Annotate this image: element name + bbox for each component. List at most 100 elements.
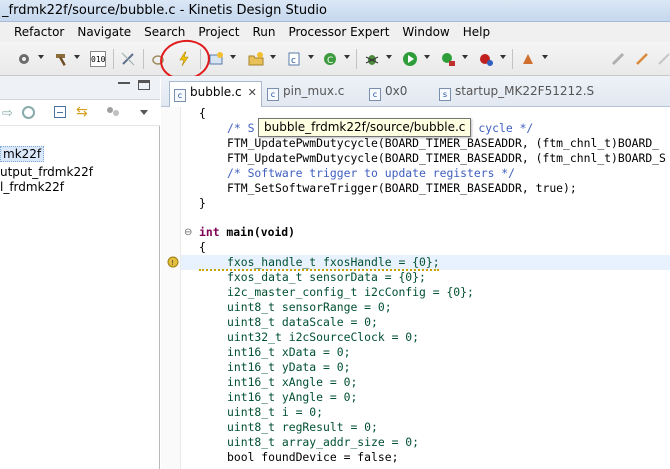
menu-help[interactable]: Help: [457, 25, 497, 39]
code-line: uint8_t regResult = 0;: [227, 420, 378, 434]
filter-icon[interactable]: [106, 106, 120, 118]
code-line: /* S: [227, 121, 255, 135]
close-icon[interactable]: ✕: [248, 86, 257, 99]
tree-item[interactable]: l_frdmk22f: [0, 180, 64, 194]
code-line: uint8_t array_addr_size = 0;: [227, 435, 420, 449]
view-menu-icon[interactable]: [140, 110, 148, 115]
record-dropdown[interactable]: [500, 55, 506, 61]
breakpoint-warning-icon[interactable]: !: [167, 255, 181, 269]
hammer-dropdown[interactable]: [74, 55, 80, 61]
new-project-dropdown[interactable]: [230, 55, 236, 61]
menu-navigate[interactable]: Navigate: [71, 25, 138, 39]
gear-icon[interactable]: [16, 51, 32, 67]
code-line: fxos_handle_t fxosHandle = {0};: [227, 255, 440, 269]
toolbar-separator: [143, 49, 144, 69]
svg-text:C: C: [327, 56, 333, 66]
menu-bar: Refactor Navigate Search Project Run Pro…: [0, 22, 670, 42]
c-file-icon: c: [369, 88, 381, 101]
new-folder-icon[interactable]: [248, 51, 264, 67]
debug-dropdown[interactable]: [386, 55, 392, 61]
code-line: uint32_t i2cSourceClock = 0;: [227, 330, 420, 344]
new-file-icon[interactable]: c: [286, 51, 302, 67]
sync-icon[interactable]: [22, 106, 35, 119]
run-icon[interactable]: [402, 51, 418, 67]
code-line: FTM_SetSoftwareTrigger(BOARD_TIMER_BASEA…: [227, 181, 577, 195]
tab-0x0[interactable]: c 0x0: [369, 82, 407, 104]
toolbar-separator: [113, 49, 114, 69]
c-file-icon: c: [267, 88, 279, 101]
menu-run[interactable]: Run: [246, 25, 282, 39]
new-class-icon[interactable]: C: [322, 51, 338, 67]
main-toolbar: 010 c C: [0, 42, 670, 76]
tab-bubble-c[interactable]: c bubble.c ✕: [169, 81, 262, 107]
code-line: int16_t yAngle = 0;: [227, 390, 358, 404]
tab-startup-s[interactable]: s startup_MK22F51212.S: [439, 82, 594, 104]
code-line: int16_t xData = 0;: [227, 345, 351, 359]
code-line: uint8_t i = 0;: [227, 405, 324, 419]
code-line: i2c_master_config_t i2cConfig = {0};: [227, 285, 474, 299]
pen-icon[interactable]: [610, 51, 626, 67]
code-line: FTM_UpdatePwmDutycycle(BOARD_TIMER_BASEA…: [227, 136, 660, 150]
hammer-icon[interactable]: [54, 51, 70, 67]
code-line: uint8_t dataScale = 0;: [227, 315, 378, 329]
code-line: int16_t xAngle = 0;: [227, 375, 358, 389]
gear-dropdown[interactable]: [38, 55, 44, 61]
collapse-all-icon[interactable]: [54, 106, 66, 118]
title-bar: _frdmk22f/source/bubble.c - Kinetis Desi…: [0, 0, 670, 22]
forward-arrow-icon[interactable]: ⇨: [2, 106, 13, 121]
tool-dropdown[interactable]: [542, 55, 548, 61]
run-dropdown[interactable]: [424, 55, 430, 61]
record-icon[interactable]: [478, 51, 494, 67]
code-line: uint8_t sensorRange = 0;: [227, 300, 392, 314]
external-tool-dropdown[interactable]: [462, 55, 468, 61]
c-file-icon: c: [174, 89, 186, 102]
new-folder-dropdown[interactable]: [270, 55, 276, 61]
keyword: int: [199, 225, 220, 239]
svg-text:!: !: [171, 259, 174, 267]
tree-item[interactable]: mk22f: [0, 146, 45, 162]
s-file-icon: s: [439, 88, 451, 101]
tool-icon[interactable]: [520, 51, 536, 67]
new-project-icon[interactable]: [208, 51, 224, 67]
toolbar-separator: [356, 49, 357, 69]
debug-icon[interactable]: [364, 51, 380, 67]
fold-collapse-icon[interactable]: ⊖: [184, 227, 192, 238]
annotation-icon[interactable]: [634, 51, 650, 67]
link-icon[interactable]: [120, 51, 136, 67]
maximize-icon[interactable]: [138, 80, 150, 90]
panel-toolbar: ⇨ ⇆: [0, 100, 160, 126]
code-editor[interactable]: { /* S uty cycle */ FTM_UpdatePwmDutycyc…: [161, 106, 670, 469]
new-class-dropdown[interactable]: [344, 55, 350, 61]
code-line: bool foundDevice = false;: [227, 450, 399, 464]
code-line: int16_t yData = 0;: [227, 360, 351, 374]
code-line: }: [199, 196, 206, 210]
link-editor-icon[interactable]: ⇆: [76, 104, 88, 120]
project-explorer-panel: ⇨ ⇆ mk22f utput_frdmk22f l_frdmk22f: [0, 76, 160, 469]
next-annotation-icon[interactable]: [656, 51, 670, 67]
tab-label: startup_MK22F51212.S: [455, 84, 595, 98]
code-line: FTM_UpdatePwmDutycycle(BOARD_TIMER_BASEA…: [227, 151, 666, 165]
tree-item[interactable]: utput_frdmk22f: [0, 165, 93, 179]
external-tool-icon[interactable]: [440, 51, 456, 67]
new-file-dropdown[interactable]: [308, 55, 314, 61]
binary-icon[interactable]: 010: [90, 51, 106, 67]
minimize-icon[interactable]: [118, 82, 130, 84]
tab-label: 0x0: [385, 84, 408, 98]
window-title: _frdmk22f/source/bubble.c - Kinetis Desi…: [2, 3, 327, 18]
svg-text:c: c: [291, 56, 296, 66]
tab-tooltip: bubble_frdmk22f/source/bubble.c: [258, 118, 472, 137]
menu-refactor[interactable]: Refactor: [0, 25, 71, 39]
menu-window[interactable]: Window: [396, 25, 456, 39]
tab-pin-mux-c[interactable]: c pin_mux.c: [267, 82, 344, 104]
menu-search[interactable]: Search: [138, 25, 192, 39]
editor-ruler: [161, 107, 181, 469]
editor-tab-bar: c bubble.c ✕ c pin_mux.c c 0x0 s startup_MK22…: [161, 76, 670, 107]
menu-processor-expert[interactable]: Processor Expert: [282, 25, 396, 39]
function-signature: main(void): [219, 225, 296, 239]
code-line: fxos_data_t sensorData = {0};: [227, 270, 426, 284]
tab-label: bubble.c: [190, 85, 242, 99]
menu-project[interactable]: Project: [192, 25, 246, 39]
toolbar-separator: [512, 49, 513, 69]
code-line: {: [199, 240, 206, 254]
panel-header: [0, 76, 160, 100]
